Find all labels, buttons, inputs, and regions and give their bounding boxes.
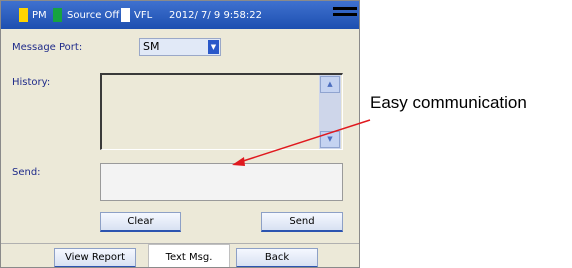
arrow-head-icon	[232, 157, 245, 166]
annotation-arrow	[232, 119, 371, 166]
arrow-line	[239, 119, 371, 163]
